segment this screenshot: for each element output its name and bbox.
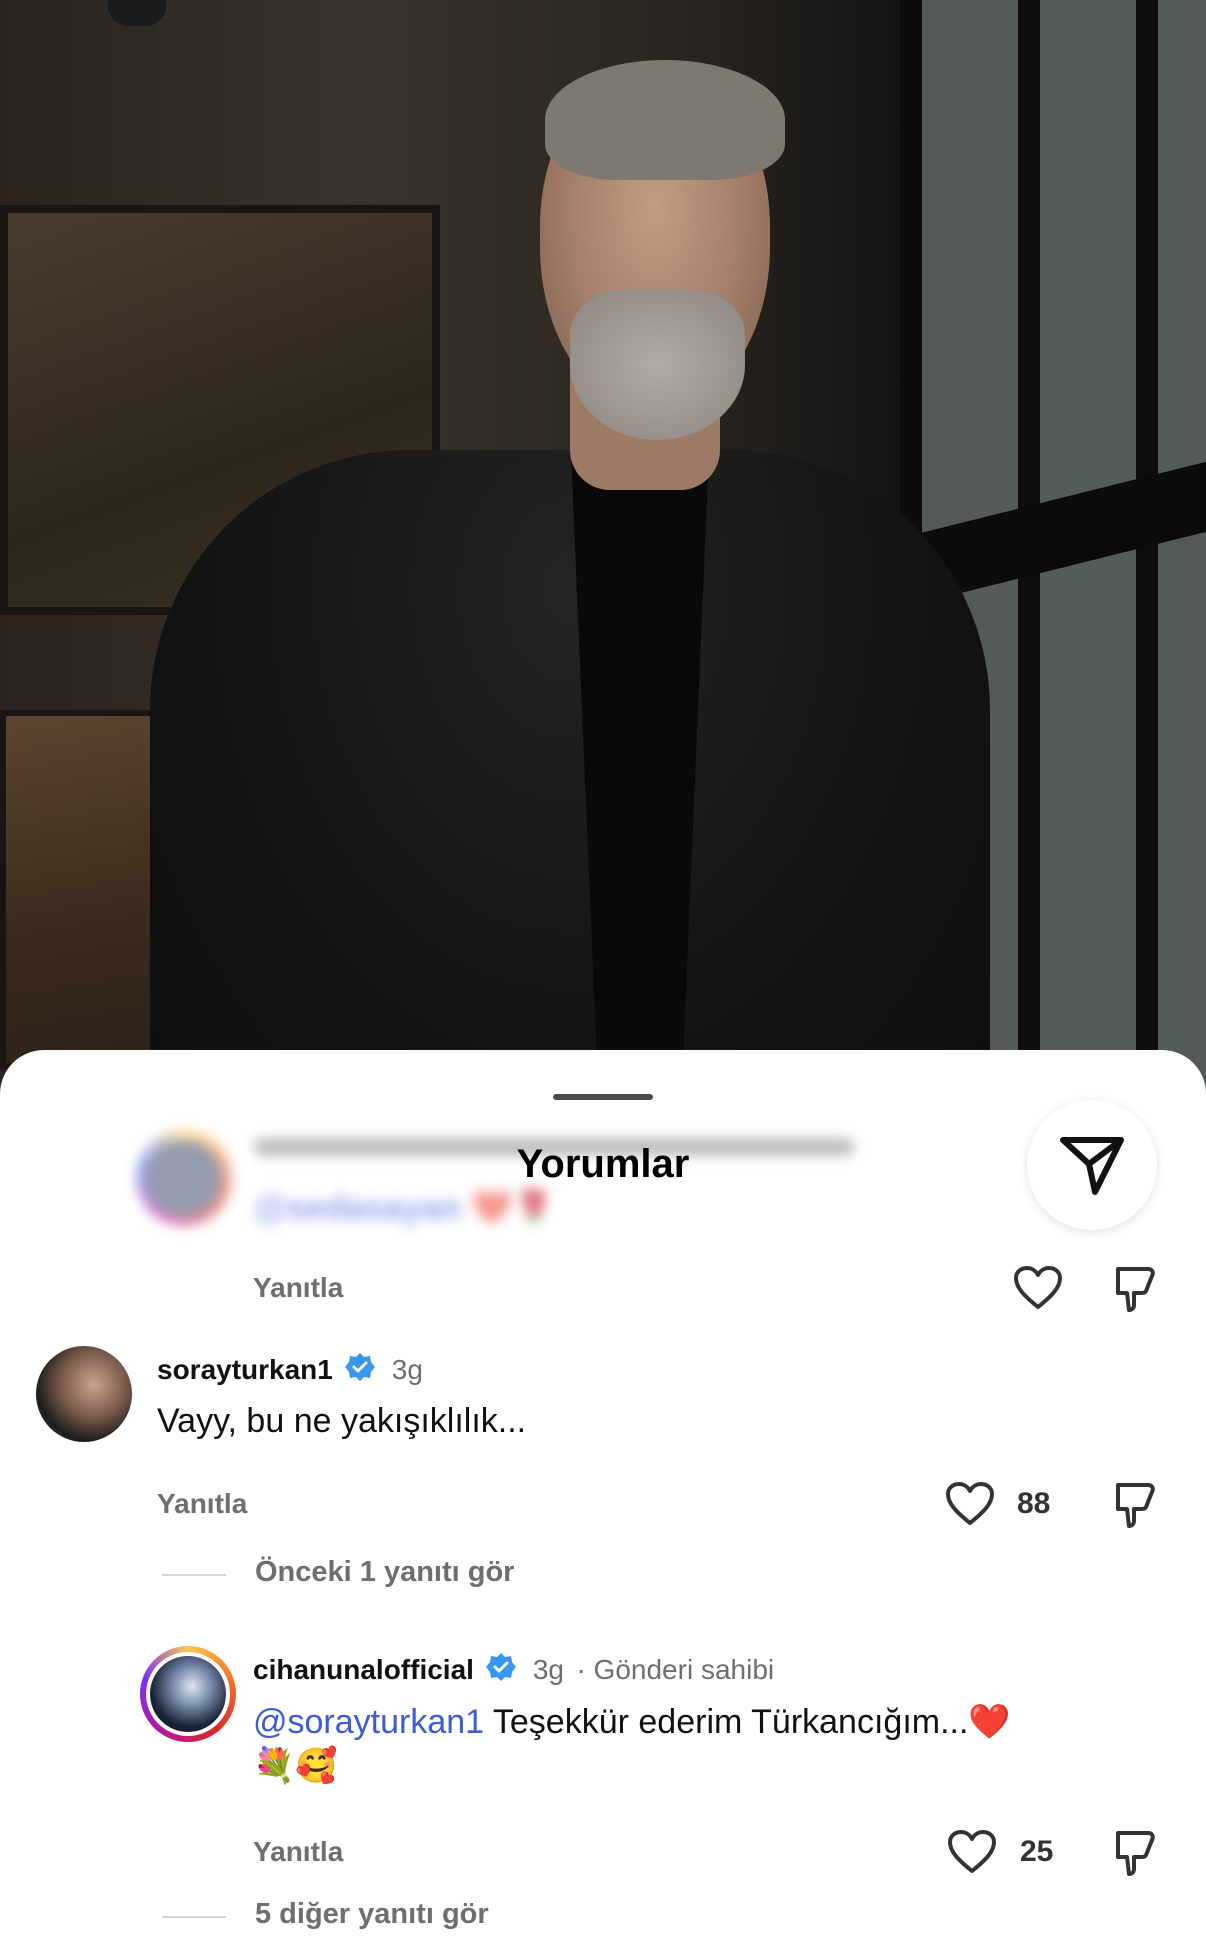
- thumbs-down-icon[interactable]: [1112, 1827, 1156, 1877]
- share-button[interactable]: [1027, 1100, 1157, 1230]
- view-replies-button[interactable]: Önceki 1 yanıtı gör: [255, 1556, 514, 1589]
- comment-username[interactable]: cihanunalofficial: [253, 1654, 474, 1685]
- paper-plane-icon: [1060, 1137, 1124, 1195]
- sheet-title: Yorumlar: [516, 1142, 690, 1186]
- reply-button[interactable]: Yanıtla: [253, 1272, 343, 1304]
- verified-badge-icon: [486, 1653, 517, 1681]
- heart-icon[interactable]: [947, 1829, 997, 1875]
- heart-icon[interactable]: [945, 1481, 995, 1527]
- like-count: 88: [1017, 1487, 1051, 1520]
- post-photo: [0, 0, 1206, 1100]
- avatar[interactable]: [36, 1346, 132, 1442]
- comments-sheet: @sedasayan ❤️🌹 Yorumlar Yanıtla soraytur…: [0, 1050, 1206, 1957]
- thumbs-down-icon[interactable]: [1112, 1479, 1156, 1529]
- comment-emojis: 💐🥰: [253, 1747, 338, 1785]
- comment-username[interactable]: sorayturkan1: [157, 1354, 333, 1385]
- lamp: [108, 0, 166, 26]
- person-figure: [150, 30, 990, 1100]
- thumbs-down-icon[interactable]: [1112, 1263, 1156, 1313]
- comment-text: Vayy, bu ne yakışıklılık...: [157, 1402, 527, 1440]
- reply-button[interactable]: Yanıtla: [157, 1488, 247, 1520]
- divider: [162, 1574, 226, 1576]
- verified-badge-icon: [345, 1353, 376, 1381]
- comment-time: 3g: [532, 1654, 564, 1685]
- sheet-grabber[interactable]: [553, 1094, 653, 1100]
- reply-button[interactable]: Yanıtla: [253, 1836, 343, 1868]
- avatar[interactable]: [140, 1646, 236, 1742]
- owner-tag: · Gönderi sahibi: [576, 1654, 775, 1685]
- comment-time: 3g: [391, 1354, 423, 1385]
- like-count: 25: [1020, 1835, 1054, 1868]
- faded-mention: @sedasayan ❤️🌹: [254, 1189, 556, 1227]
- heart-icon[interactable]: [1013, 1265, 1063, 1311]
- comment-text: @sorayturkan1 Teşekkür ederim Türkancığı…: [253, 1702, 1011, 1742]
- comment-body: Teşekkür ederim Türkancığım...❤️: [484, 1703, 1011, 1741]
- divider: [162, 1916, 226, 1918]
- view-replies-button[interactable]: 5 diğer yanıtı gör: [255, 1898, 489, 1931]
- mention-link[interactable]: @sorayturkan1: [253, 1703, 484, 1741]
